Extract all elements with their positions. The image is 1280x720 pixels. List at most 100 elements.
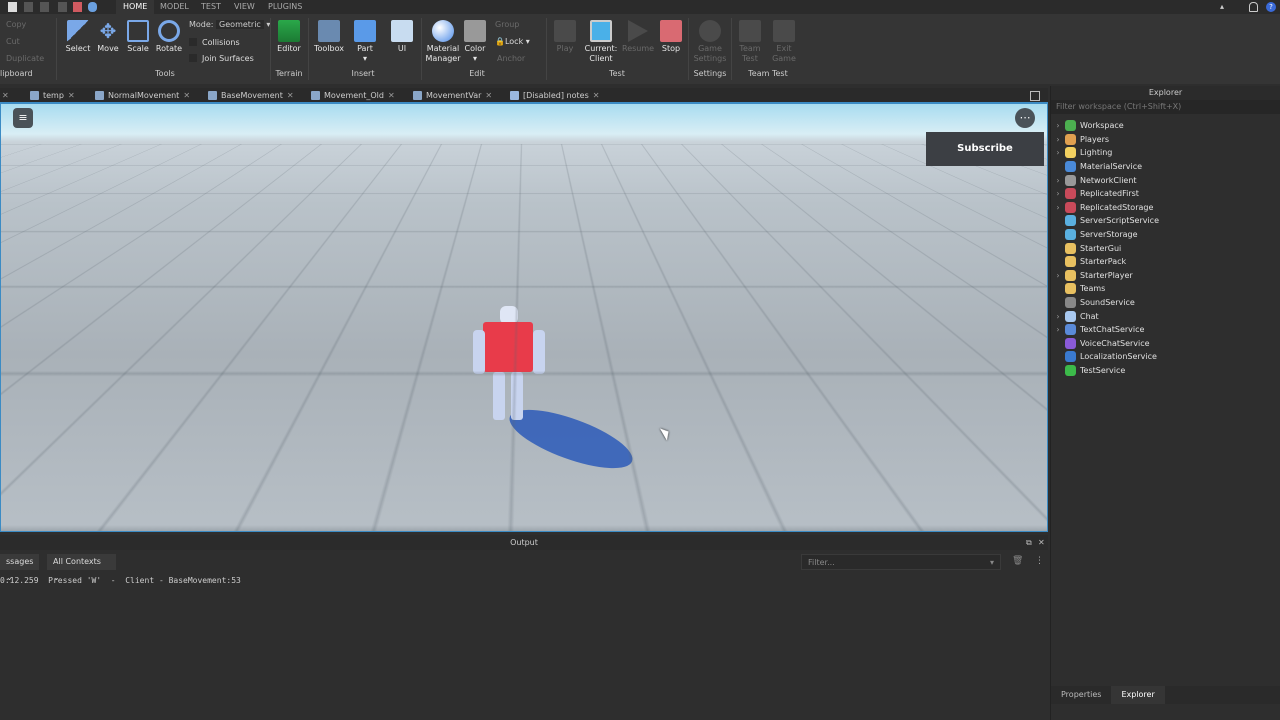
service-icon bbox=[1065, 174, 1076, 186]
chevron-right-icon[interactable]: › bbox=[1051, 271, 1065, 280]
game-settings-button[interactable]: Game Settings bbox=[692, 20, 728, 64]
collisions-checkbox[interactable]: Collisions bbox=[189, 38, 240, 47]
scale-button[interactable]: Scale bbox=[124, 20, 152, 54]
explorer-item-voicechatservice[interactable]: VoiceChatService bbox=[1051, 337, 1280, 351]
more-options-icon[interactable]: ⋯ bbox=[1015, 108, 1035, 128]
exit-game-button[interactable]: Exit Game bbox=[770, 20, 798, 64]
tab-basemovement[interactable]: BaseMovement ✕ bbox=[208, 88, 294, 103]
explorer-item-replicatedstorage[interactable]: › ReplicatedStorage bbox=[1051, 201, 1280, 215]
explorer-item-players[interactable]: › Players bbox=[1051, 133, 1280, 147]
stop-button[interactable]: Stop bbox=[658, 20, 684, 54]
explorer-item-testservice[interactable]: TestService bbox=[1051, 364, 1280, 378]
chevron-right-icon[interactable]: › bbox=[1051, 148, 1065, 157]
select-button[interactable]: Select bbox=[64, 20, 92, 54]
notifications-icon[interactable] bbox=[1249, 2, 1258, 12]
terrain-editor-button[interactable]: Editor bbox=[274, 20, 304, 54]
tab-disabled-notes[interactable]: [Disabled] notes ✕ bbox=[510, 88, 599, 103]
device-emulator-icon[interactable] bbox=[1030, 91, 1040, 101]
message-filter-dropdown[interactable]: ssages ⌄ bbox=[0, 554, 39, 582]
explorer-item-textchatservice[interactable]: › TextChatService bbox=[1051, 323, 1280, 337]
explorer-item-serverscriptservice[interactable]: ServerScriptService bbox=[1051, 214, 1280, 228]
chevron-right-icon[interactable]: › bbox=[1051, 189, 1065, 198]
explorer-filter-input[interactable]: Filter workspace (Ctrl+Shift+X) bbox=[1051, 100, 1280, 114]
tab-movement-old[interactable]: Movement_Old ✕ bbox=[311, 88, 395, 103]
chevron-right-icon[interactable]: › bbox=[1051, 312, 1065, 321]
3d-viewport[interactable]: ≡ ⋯ Subscribe bbox=[0, 104, 1048, 532]
duplicate-button[interactable]: Duplicate bbox=[6, 54, 44, 63]
close-icon[interactable]: ✕ bbox=[1038, 535, 1045, 550]
plugin-icon[interactable] bbox=[58, 2, 67, 12]
menu-tab-home[interactable]: HOME bbox=[116, 0, 155, 14]
service-icon bbox=[1065, 256, 1076, 268]
binoculars-icon[interactable] bbox=[88, 2, 97, 12]
play-button[interactable]: Play bbox=[552, 20, 578, 54]
menu-tab-model[interactable]: MODEL bbox=[153, 0, 196, 14]
undo-icon[interactable] bbox=[24, 2, 33, 12]
current-client-button[interactable]: Current: Client bbox=[582, 20, 620, 64]
context-filter-dropdown[interactable]: All Contexts ⌄ bbox=[47, 554, 116, 582]
clear-output-icon[interactable]: 🗑 bbox=[1012, 556, 1023, 566]
mode-dropdown[interactable]: Mode: Geometric ▾ bbox=[189, 20, 270, 29]
close-icon[interactable]: ✕ bbox=[68, 88, 75, 103]
ui-button[interactable]: UI bbox=[388, 20, 416, 54]
color-button[interactable]: Color ▾ bbox=[462, 20, 488, 64]
chevron-right-icon[interactable]: › bbox=[1051, 135, 1065, 144]
tab-explorer[interactable]: Explorer bbox=[1111, 686, 1165, 704]
explorer-item-localizationservice[interactable]: LocalizationService bbox=[1051, 350, 1280, 364]
chat-toggle-icon[interactable]: ≡ bbox=[13, 108, 33, 128]
close-icon[interactable]: ✕ bbox=[485, 88, 492, 103]
explorer-item-serverstorage[interactable]: ServerStorage bbox=[1051, 228, 1280, 242]
menu-tab-plugins[interactable]: PLUGINS bbox=[261, 0, 309, 14]
help-icon[interactable]: ? bbox=[1266, 2, 1276, 12]
chevron-right-icon[interactable]: › bbox=[1051, 121, 1065, 130]
explorer-item-starterpack[interactable]: StarterPack bbox=[1051, 255, 1280, 269]
chevron-right-icon[interactable]: › bbox=[1051, 176, 1065, 185]
explorer-item-lighting[interactable]: › Lighting bbox=[1051, 146, 1280, 160]
more-icon[interactable]: ⋮ bbox=[1035, 556, 1044, 566]
close-icon[interactable]: ✕ bbox=[183, 88, 190, 103]
close-tab-icon[interactable]: ✕ bbox=[2, 88, 9, 103]
copy-button[interactable]: Copy bbox=[6, 20, 26, 29]
anchor-button[interactable]: Anchor bbox=[497, 54, 525, 63]
collapse-ribbon-icon[interactable]: ▴ bbox=[1220, 2, 1224, 11]
explorer-item-starterplayer[interactable]: › StarterPlayer bbox=[1051, 269, 1280, 283]
close-icon[interactable]: ✕ bbox=[593, 88, 600, 103]
explorer-item-networkclient[interactable]: › NetworkClient bbox=[1051, 173, 1280, 187]
explorer-item-materialservice[interactable]: MaterialService bbox=[1051, 160, 1280, 174]
close-icon[interactable]: ✕ bbox=[388, 88, 395, 103]
checkbox[interactable] bbox=[189, 54, 197, 62]
tab-normalmovement[interactable]: NormalMovement ✕ bbox=[95, 88, 190, 103]
explorer-item-replicatedfirst[interactable]: › ReplicatedFirst bbox=[1051, 187, 1280, 201]
stop-icon[interactable] bbox=[73, 2, 82, 12]
join-surfaces-checkbox[interactable]: Join Surfaces bbox=[189, 54, 254, 63]
move-button[interactable]: ✥ Move bbox=[94, 20, 122, 54]
lock-button[interactable]: 🔒Lock ▾ bbox=[495, 37, 530, 46]
toolbox-button[interactable]: Toolbox bbox=[312, 20, 346, 54]
part-button[interactable]: Part ▾ bbox=[350, 20, 380, 64]
output-filter-input[interactable]: Filter... ▾ bbox=[801, 554, 1001, 570]
chevron-right-icon[interactable]: › bbox=[1051, 203, 1065, 212]
tab-movementvar[interactable]: MovementVar ✕ bbox=[413, 88, 492, 103]
resume-button[interactable]: Resume bbox=[622, 20, 654, 54]
cut-button[interactable]: Cut bbox=[6, 37, 20, 46]
explorer-item-soundservice[interactable]: SoundService bbox=[1051, 296, 1280, 310]
group-button[interactable]: Group bbox=[495, 20, 519, 29]
menu-tab-test[interactable]: TEST bbox=[194, 0, 228, 14]
new-file-icon[interactable] bbox=[8, 2, 17, 12]
rotate-button[interactable]: Rotate bbox=[154, 20, 184, 54]
material-manager-button[interactable]: Material Manager bbox=[424, 20, 462, 64]
redo-icon[interactable] bbox=[40, 2, 49, 12]
chevron-right-icon[interactable]: › bbox=[1051, 325, 1065, 334]
undock-icon[interactable]: ⧉ bbox=[1026, 535, 1032, 550]
menu-tab-view[interactable]: VIEW bbox=[227, 0, 262, 14]
subscribe-overlay[interactable]: Subscribe bbox=[926, 132, 1044, 166]
tab-temp[interactable]: temp ✕ bbox=[30, 88, 75, 103]
tab-properties[interactable]: Properties bbox=[1051, 686, 1111, 704]
checkbox[interactable] bbox=[189, 38, 197, 46]
close-icon[interactable]: ✕ bbox=[287, 88, 294, 103]
explorer-item-startergui[interactable]: StarterGui bbox=[1051, 241, 1280, 255]
explorer-item-teams[interactable]: Teams bbox=[1051, 282, 1280, 296]
team-test-button[interactable]: Team Test bbox=[736, 20, 764, 64]
explorer-item-chat[interactable]: › Chat bbox=[1051, 309, 1280, 323]
explorer-item-workspace[interactable]: › Workspace bbox=[1051, 119, 1280, 133]
